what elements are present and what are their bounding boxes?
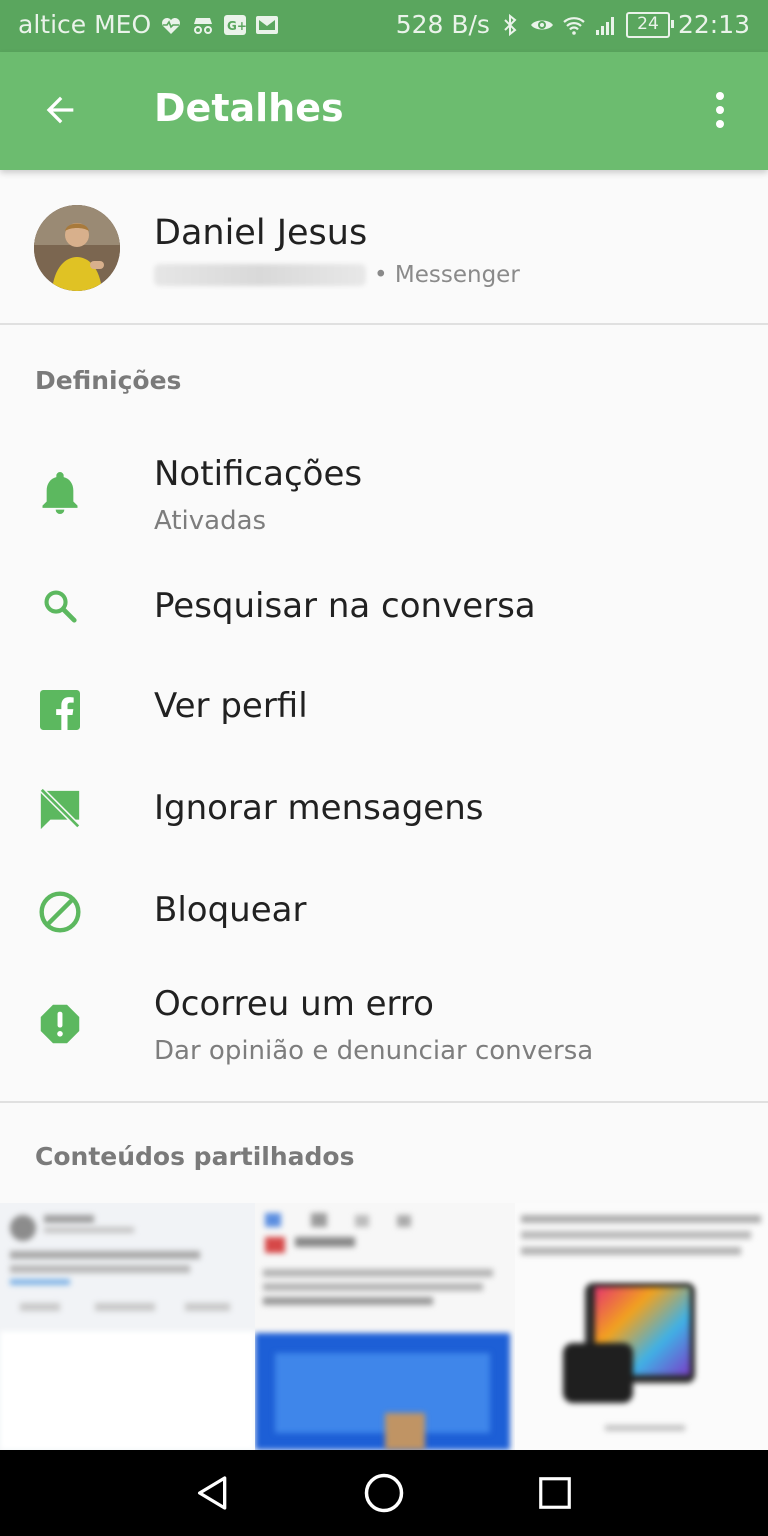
- wifi-icon: [563, 16, 585, 35]
- view-profile-item[interactable]: Ver perfil: [0, 660, 768, 760]
- shared-thumbnail[interactable]: [515, 1203, 768, 1450]
- platform-label: • Messenger: [374, 262, 520, 288]
- net-speed: 528 B/s: [395, 10, 490, 39]
- bell-icon: [36, 470, 84, 518]
- search-icon: [36, 582, 84, 630]
- report-problem-label: Ocorreu um erro: [154, 984, 434, 1024]
- contact-name: Daniel Jesus: [154, 213, 368, 253]
- nav-back-button[interactable]: [188, 1468, 238, 1518]
- svg-text:G+: G+: [227, 19, 247, 33]
- google-plus-icon: G+: [224, 14, 247, 35]
- block-icon: [36, 888, 84, 936]
- ignore-messages-icon: [36, 786, 84, 834]
- section-title-settings: Definições: [35, 366, 182, 395]
- eye-icon: [530, 20, 553, 29]
- ignore-messages-label: Ignorar mensagens: [154, 788, 484, 828]
- search-conversation-item[interactable]: Pesquisar na conversa: [0, 560, 768, 655]
- bluetooth-icon: [504, 13, 517, 36]
- gmail-icon: [256, 15, 279, 34]
- notifications-status: Ativadas: [154, 506, 267, 536]
- app-bar: Detalhes: [0, 52, 768, 170]
- system-nav-bar: [0, 1450, 768, 1536]
- section-title-shared: Conteúdos partilhados: [35, 1142, 355, 1171]
- nav-recents-button[interactable]: [530, 1468, 580, 1518]
- signal-icon: [595, 16, 614, 35]
- profile-header[interactable]: Daniel Jesus • Messenger: [0, 170, 768, 325]
- shared-content-strip: [0, 1203, 768, 1450]
- avatar[interactable]: [34, 205, 120, 291]
- block-item[interactable]: Bloquear: [0, 864, 768, 964]
- search-conversation-label: Pesquisar na conversa: [154, 586, 536, 626]
- clock: 22:13: [677, 10, 750, 39]
- square-recents-icon: [539, 1477, 571, 1509]
- ignore-messages-item[interactable]: Ignorar mensagens: [0, 762, 768, 862]
- arrow-back-icon: [46, 96, 74, 124]
- incognito-icon: [194, 17, 213, 34]
- shared-thumbnail[interactable]: [0, 1203, 255, 1450]
- divider: [0, 323, 768, 325]
- battery-icon: 24: [625, 11, 674, 38]
- status-bar: altice MEO G+ 528 B/s 24 22:13: [0, 0, 768, 52]
- view-profile-label: Ver perfil: [154, 686, 308, 726]
- report-problem-item[interactable]: Ocorreu um erro Dar opinião e denunciar …: [0, 966, 768, 1100]
- notifications-item[interactable]: Notificações Ativadas: [0, 420, 768, 560]
- divider: [0, 1101, 768, 1103]
- block-label: Bloquear: [154, 890, 307, 930]
- triangle-back-icon: [198, 1476, 227, 1510]
- back-button[interactable]: [28, 78, 92, 142]
- avatar-image: [34, 205, 120, 291]
- notifications-label: Notificações: [154, 454, 363, 494]
- more-vert-icon: [716, 92, 724, 128]
- shared-thumbnail[interactable]: [255, 1203, 515, 1450]
- nav-home-button[interactable]: [359, 1468, 409, 1518]
- alert-icon: [36, 1000, 84, 1048]
- heart-rate-icon: [162, 17, 181, 34]
- contact-subtitle: • Messenger: [154, 262, 520, 288]
- circle-home-icon: [364, 1473, 404, 1513]
- page-title: Detalhes: [154, 86, 344, 130]
- carrier-label: altice MEO: [18, 10, 152, 39]
- blurred-username: [154, 264, 366, 286]
- facebook-icon: [36, 686, 84, 734]
- overflow-menu-button[interactable]: [694, 78, 746, 142]
- report-problem-description: Dar opinião e denunciar conversa: [154, 1036, 594, 1066]
